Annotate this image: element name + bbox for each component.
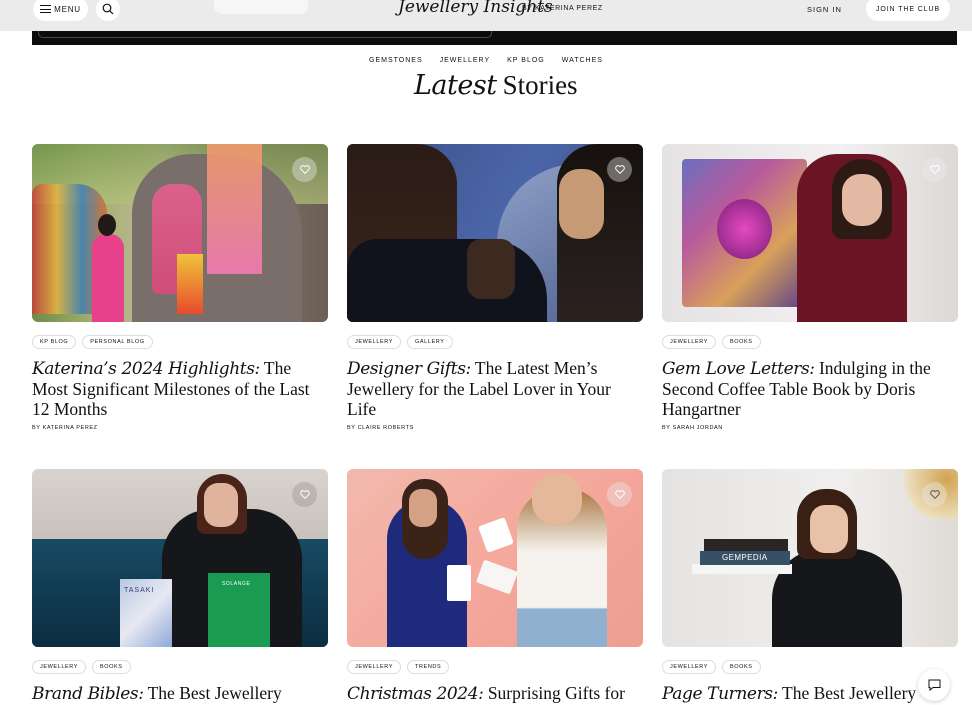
tag-kp-blog[interactable]: KP BLOG <box>32 335 77 349</box>
heading-script: Latest <box>414 70 497 101</box>
heart-icon <box>929 165 940 174</box>
story-image[interactable] <box>32 144 328 322</box>
search-icon <box>102 3 114 15</box>
story-title[interactable]: Gem Love Letters: Indulging in the Secon… <box>662 358 958 419</box>
chat-icon <box>928 679 940 691</box>
story-byline[interactable]: BY KATERINA PEREZ <box>32 425 328 431</box>
book-solange: SOLANGE <box>222 581 251 587</box>
category-nav: GEMSTONES JEWELLERY KP BLOG WATCHES <box>0 57 972 64</box>
story-title[interactable]: Page Turners: The Best Jewellery Books o… <box>662 683 958 705</box>
tag-jewellery[interactable]: JEWELLERY <box>347 335 402 349</box>
story-title[interactable]: Christmas 2024: Surprising Gifts for Jew… <box>347 683 643 705</box>
book-tasaki: TASAKI <box>124 587 155 594</box>
site-byline: BY KATERINA PEREZ <box>522 5 603 12</box>
tag-gallery[interactable]: GALLERY <box>407 335 453 349</box>
tag-personal-blog[interactable]: PERSONAL BLOG <box>82 335 153 349</box>
search-button[interactable] <box>96 0 120 21</box>
story-title[interactable]: Katerina’s 2024 Highlights: The Most Sig… <box>32 358 328 419</box>
heart-icon <box>299 490 310 499</box>
favorite-button[interactable] <box>922 482 947 507</box>
menu-button[interactable]: MENU <box>33 0 88 21</box>
chat-button[interactable] <box>918 669 950 701</box>
story-image[interactable] <box>347 144 643 322</box>
story-image[interactable]: TASAKI SOLANGE <box>32 469 328 647</box>
top-header: MENU Jewellery Insights BY KATERINA PERE… <box>0 0 972 31</box>
tag-books[interactable]: BOOKS <box>92 660 131 674</box>
story-card[interactable]: GEMPEDIA JEWELLERY BOOKS Page Turners: T… <box>662 469 958 705</box>
nav-gemstones[interactable]: GEMSTONES <box>369 57 423 64</box>
sign-in-link[interactable]: SIGN IN <box>807 5 842 14</box>
tag-books[interactable]: BOOKS <box>722 660 761 674</box>
heart-icon <box>614 165 625 174</box>
story-title[interactable]: Designer Gifts: The Latest Men’s Jewelle… <box>347 358 643 419</box>
tag-jewellery[interactable]: JEWELLERY <box>662 660 717 674</box>
story-byline[interactable]: BY SARAH JORDAN <box>662 425 958 431</box>
story-image[interactable] <box>662 144 958 322</box>
favorite-button[interactable] <box>607 157 632 182</box>
heart-icon <box>614 490 625 499</box>
story-image[interactable]: GEMPEDIA <box>662 469 958 647</box>
story-card[interactable]: JEWELLERY BOOKS Gem Love Letters: Indulg… <box>662 144 958 431</box>
story-image[interactable] <box>347 469 643 647</box>
tag-jewellery[interactable]: JEWELLERY <box>662 335 717 349</box>
tag-trends[interactable]: TRENDS <box>407 660 450 674</box>
story-byline[interactable]: BY CLAIRE ROBERTS <box>347 425 643 431</box>
story-title[interactable]: Brand Bibles: The Best Jewellery Books o… <box>32 683 328 705</box>
join-club-button[interactable]: JOIN THE CLUB <box>866 0 950 21</box>
favorite-button[interactable] <box>922 157 947 182</box>
nav-jewellery[interactable]: JEWELLERY <box>440 57 491 64</box>
story-card[interactable]: KP BLOG PERSONAL BLOG Katerina’s 2024 Hi… <box>32 144 328 431</box>
favorite-button[interactable] <box>292 157 317 182</box>
heart-icon <box>929 490 940 499</box>
heading-plain: Stories <box>502 70 578 100</box>
hamburger-icon <box>40 5 52 14</box>
header-faint-shape <box>214 0 308 14</box>
tag-books[interactable]: BOOKS <box>722 335 761 349</box>
nav-kp-blog[interactable]: KP BLOG <box>507 57 545 64</box>
favorite-button[interactable] <box>292 482 317 507</box>
menu-label: MENU <box>54 4 81 14</box>
story-card[interactable]: JEWELLERY TRENDS Christmas 2024: Surpris… <box>347 469 643 705</box>
story-card[interactable]: TASAKI SOLANGE JEWELLERY BOOKS Brand Bib… <box>32 469 328 705</box>
hero-banner-edge <box>32 31 957 45</box>
nav-watches[interactable]: WATCHES <box>562 57 603 64</box>
book-gempedia: GEMPEDIA <box>722 553 768 562</box>
favorite-button[interactable] <box>607 482 632 507</box>
tag-jewellery[interactable]: JEWELLERY <box>32 660 87 674</box>
story-card[interactable]: JEWELLERY GALLERY Designer Gifts: The La… <box>347 144 643 431</box>
section-heading: Latest Stories <box>414 70 578 101</box>
heart-icon <box>299 165 310 174</box>
tag-jewellery[interactable]: JEWELLERY <box>347 660 402 674</box>
